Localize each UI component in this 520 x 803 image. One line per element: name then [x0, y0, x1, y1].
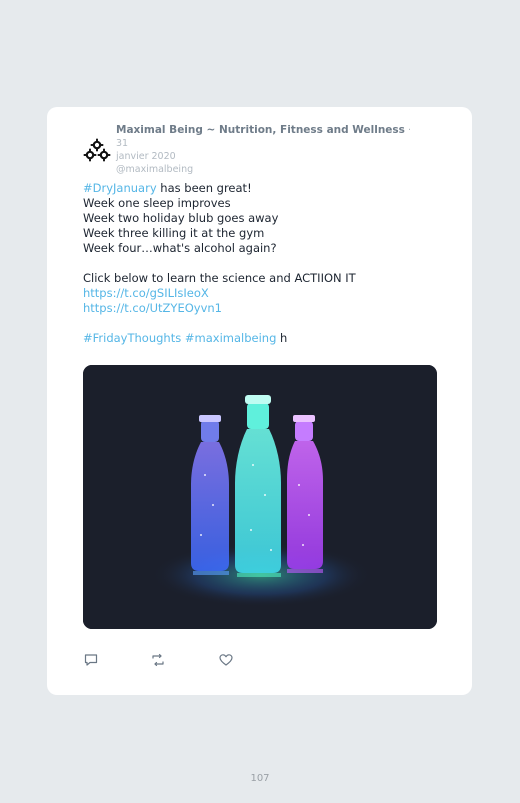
tweet-text: #DryJanuary has been great! Week one sle…: [83, 181, 443, 346]
tweet-trailing-text: h: [276, 331, 288, 345]
date-separator: ·: [404, 125, 411, 136]
avatar-gears-icon[interactable]: [83, 137, 111, 165]
tweet-link-1[interactable]: https://t.co/gSILIsIeoX: [83, 286, 209, 300]
tweet-media-image[interactable]: [83, 365, 437, 629]
hashtag-fridaythoughts[interactable]: #FridayThoughts: [83, 331, 181, 345]
author-name[interactable]: Maximal Being ~ Nutrition, Fitness and W…: [116, 124, 405, 136]
heart-icon[interactable]: [218, 652, 234, 668]
tweet-line-5: Week four…what's alcohol again?: [83, 241, 277, 255]
hashtag-dryjanuary[interactable]: #DryJanuary: [83, 181, 157, 195]
page-number: 107: [250, 773, 270, 784]
tweet-line-4: Week three killing it at the gym: [83, 226, 265, 240]
tweet-line-2: Week one sleep improves: [83, 196, 231, 210]
author-handle[interactable]: @maximalbeing: [116, 163, 416, 176]
hashtag-maximalbeing[interactable]: #maximalbeing: [185, 331, 277, 345]
reply-icon[interactable]: [83, 652, 99, 668]
tweet-line-3: Week two holiday blub goes away: [83, 211, 279, 225]
tweet-link-2[interactable]: https://t.co/UtZYEOyvn1: [83, 301, 222, 315]
retweet-icon[interactable]: [150, 652, 166, 668]
tweet-header: Maximal Being ~ Nutrition, Fitness and W…: [116, 124, 416, 176]
tweet-line-1: has been great!: [156, 181, 252, 195]
tweet-line-6: Click below to learn the science and ACT…: [83, 271, 356, 285]
glowing-bottles-illustration: [83, 365, 437, 629]
tweet-card: Maximal Being ~ Nutrition, Fitness and W…: [47, 107, 472, 695]
tweet-date-day[interactable]: 31: [116, 138, 128, 149]
author-line: Maximal Being ~ Nutrition, Fitness and W…: [116, 124, 416, 150]
tweet-date-rest[interactable]: janvier 2020: [116, 150, 416, 163]
